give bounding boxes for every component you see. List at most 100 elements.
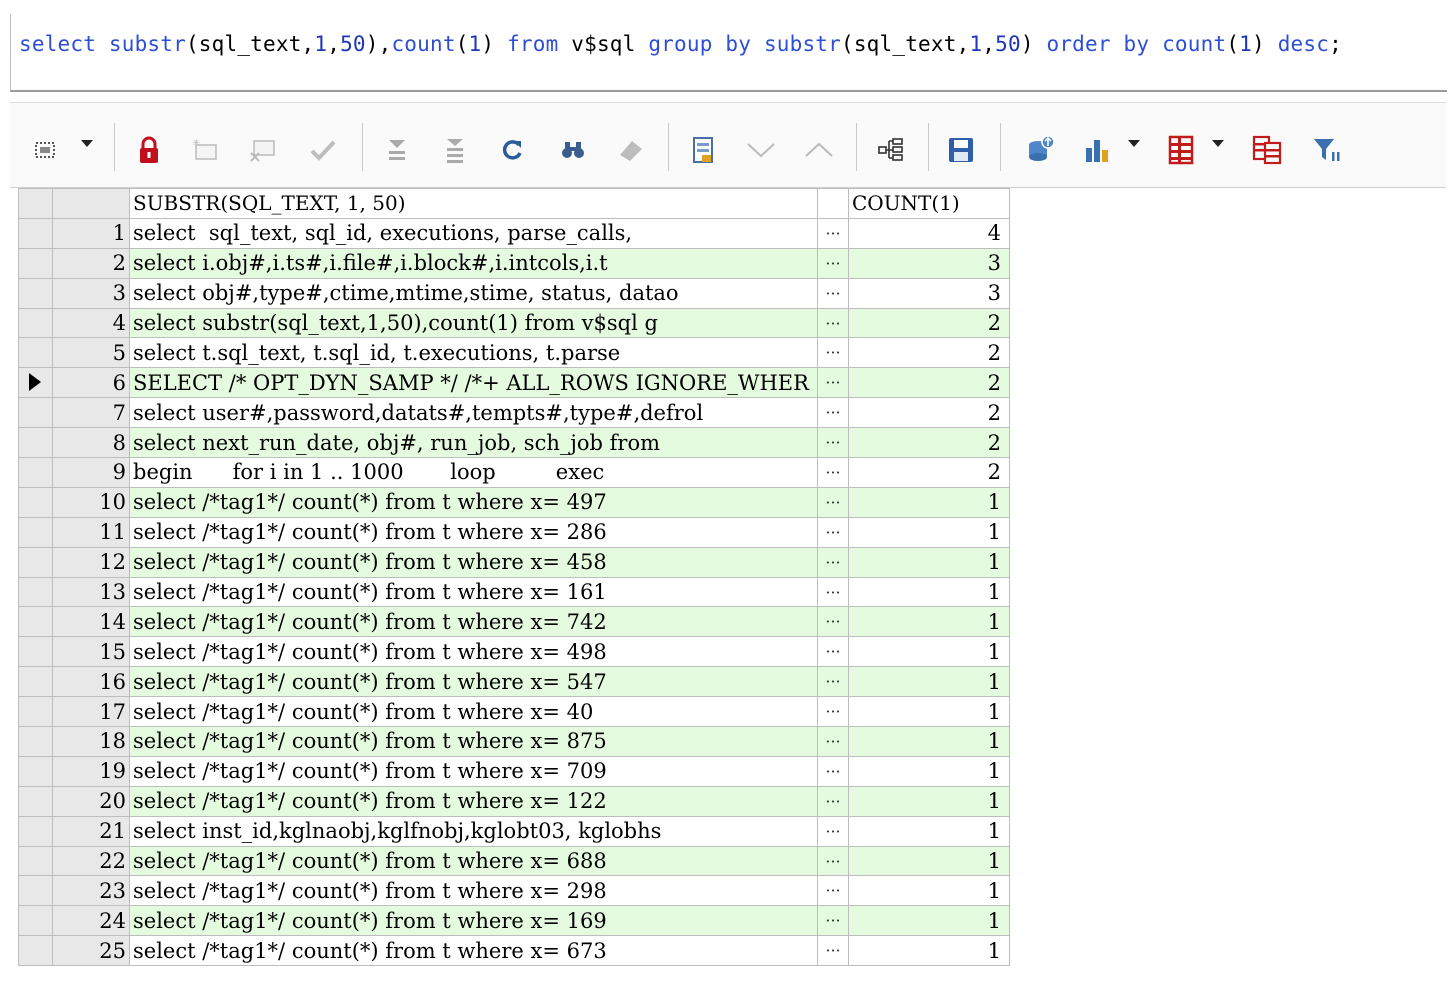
sql-text-cell[interactable]: select /*tag1*/ count(*) from t where x=… [129,666,818,698]
fetch-all-icon[interactable] [438,133,472,167]
row-number[interactable]: 14 [52,606,130,638]
row-number[interactable]: 21 [52,815,130,847]
column-header-count[interactable]: COUNT(1) [848,188,1010,219]
cell-ellipsis-button[interactable]: ··· [817,277,849,309]
table-row[interactable]: 9 begin for i in 1 .. 1000 loop exec ··· 2 [18,457,1010,488]
row-indicator[interactable] [18,427,53,459]
count-cell[interactable]: 1 [848,815,1010,847]
row-number[interactable]: 24 [52,905,130,937]
count-cell[interactable]: 1 [848,486,1010,518]
table-row[interactable]: 25 select /*tag1*/ count(*) from t where … [18,935,1010,967]
chevron-down-icon[interactable] [1128,140,1140,147]
save-icon[interactable] [944,133,978,167]
count-cell[interactable]: 1 [848,726,1010,757]
cell-ellipsis-button[interactable]: ··· [817,427,849,459]
table-row[interactable]: 6 SELECT /* OPT_DYN_SAMP */ /*+ ALL_ROWS … [18,367,1010,399]
row-indicator[interactable] [18,905,53,937]
fetch-next-icon[interactable] [380,133,414,167]
cell-ellipsis-button[interactable]: ··· [817,755,849,787]
row-number[interactable]: 7 [52,397,130,429]
cell-ellipsis-button[interactable]: ··· [817,606,849,638]
column-header-substr[interactable]: SUBSTR(SQL_TEXT, 1, 50) [129,188,818,219]
row-number[interactable]: 1 [52,217,130,249]
count-cell[interactable]: 1 [848,935,1010,967]
row-indicator[interactable] [18,307,53,339]
row-number[interactable]: 23 [52,875,130,907]
table-row[interactable]: 19 select /*tag1*/ count(*) from t where … [18,755,1010,787]
cell-ellipsis-button[interactable]: ··· [817,785,849,817]
export-icon[interactable] [1024,133,1058,167]
row-number[interactable]: 17 [52,696,130,728]
row-number[interactable]: 6 [52,367,130,399]
chart-icon[interactable] [1080,133,1114,167]
row-number[interactable]: 3 [52,277,130,309]
count-cell[interactable]: 1 [848,516,1010,548]
sql-text-cell[interactable]: select /*tag1*/ count(*) from t where x=… [129,845,818,877]
sql-text-cell[interactable]: select /*tag1*/ count(*) from t where x=… [129,486,818,518]
cell-ellipsis-button[interactable]: ··· [817,486,849,518]
table-row[interactable]: 21 select inst_id,kglnaobj,kglfnobj,kglob… [18,815,1010,847]
row-indicator[interactable] [18,935,53,967]
query-by-example-icon[interactable] [874,133,908,167]
table-row[interactable]: 15 select /*tag1*/ count(*) from t where … [18,636,1010,668]
count-cell[interactable]: 1 [848,785,1010,817]
cell-ellipsis-button[interactable]: ··· [817,307,849,339]
table-row[interactable]: 13 select /*tag1*/ count(*) from t where … [18,576,1010,608]
cell-ellipsis-button[interactable]: ··· [817,247,849,279]
sql-text-cell[interactable]: select /*tag1*/ count(*) from t where x=… [129,905,818,937]
cell-ellipsis-button[interactable]: ··· [817,337,849,369]
row-indicator[interactable] [18,636,53,668]
sql-text-cell[interactable]: select /*tag1*/ count(*) from t where x=… [129,785,818,817]
sort-up-icon[interactable] [802,133,836,167]
table-row[interactable]: 7 select user#,password,datats#,tempts#,t… [18,397,1010,429]
table-row[interactable]: 20 select /*tag1*/ count(*) from t where … [18,785,1010,817]
row-number[interactable]: 16 [52,666,130,698]
row-indicator[interactable] [18,606,53,638]
row-number[interactable]: 8 [52,427,130,459]
row-number[interactable]: 9 [52,457,130,488]
count-cell[interactable]: 4 [848,217,1010,249]
sql-text-cell[interactable]: select /*tag1*/ count(*) from t where x=… [129,606,818,638]
table-row[interactable]: 5 select t.sql_text, t.sql_id, t.executio… [18,337,1010,369]
row-number[interactable]: 25 [52,935,130,967]
row-number[interactable]: 19 [52,755,130,787]
row-number[interactable]: 10 [52,486,130,518]
row-indicator[interactable] [18,576,53,608]
sql-text-cell[interactable]: select substr(sql_text,1,50),count(1) fr… [129,307,818,339]
row-indicator[interactable] [18,815,53,847]
table-row[interactable]: 22 select /*tag1*/ count(*) from t where … [18,845,1010,877]
lock-icon[interactable] [132,133,166,167]
row-indicator[interactable] [18,845,53,877]
row-indicator[interactable] [18,217,53,249]
cell-ellipsis-button[interactable]: ··· [817,905,849,937]
cell-ellipsis-button[interactable]: ··· [817,457,849,488]
cell-ellipsis-button[interactable]: ··· [817,935,849,967]
row-number[interactable]: 13 [52,576,130,608]
compare-icon[interactable] [1250,133,1284,167]
cell-ellipsis-button[interactable]: ··· [817,367,849,399]
row-number[interactable]: 18 [52,726,130,757]
sql-text-cell[interactable]: select sql_text, sql_id, executions, par… [129,217,818,249]
table-row[interactable]: 12 select /*tag1*/ count(*) from t where … [18,546,1010,578]
row-indicator[interactable] [18,247,53,279]
table-view-icon[interactable] [1164,133,1198,167]
cell-ellipsis-button[interactable]: ··· [817,726,849,757]
count-cell[interactable]: 2 [848,307,1010,339]
filter-icon[interactable] [1310,133,1344,167]
table-row[interactable]: 24 select /*tag1*/ count(*) from t where … [18,905,1010,937]
row-number[interactable]: 4 [52,307,130,339]
row-number[interactable]: 20 [52,785,130,817]
table-row[interactable]: 16 select /*tag1*/ count(*) from t where … [18,666,1010,698]
table-row[interactable]: 17 select /*tag1*/ count(*) from t where … [18,696,1010,728]
sql-text-cell[interactable]: select /*tag1*/ count(*) from t where x=… [129,696,818,728]
sql-text-cell[interactable]: select inst_id,kglnaobj,kglfnobj,kglobt0… [129,815,818,847]
add-record-icon[interactable]: ✳ [188,133,222,167]
row-indicator[interactable] [18,457,53,488]
count-cell[interactable]: 1 [848,755,1010,787]
sql-text-cell[interactable]: select /*tag1*/ count(*) from t where x=… [129,576,818,608]
delete-record-icon[interactable] [246,133,280,167]
count-cell[interactable]: 1 [848,905,1010,937]
table-row[interactable]: 3 select obj#,type#,ctime,mtime,stime, st… [18,277,1010,309]
cell-ellipsis-button[interactable]: ··· [817,217,849,249]
cell-ellipsis-button[interactable]: ··· [817,636,849,668]
